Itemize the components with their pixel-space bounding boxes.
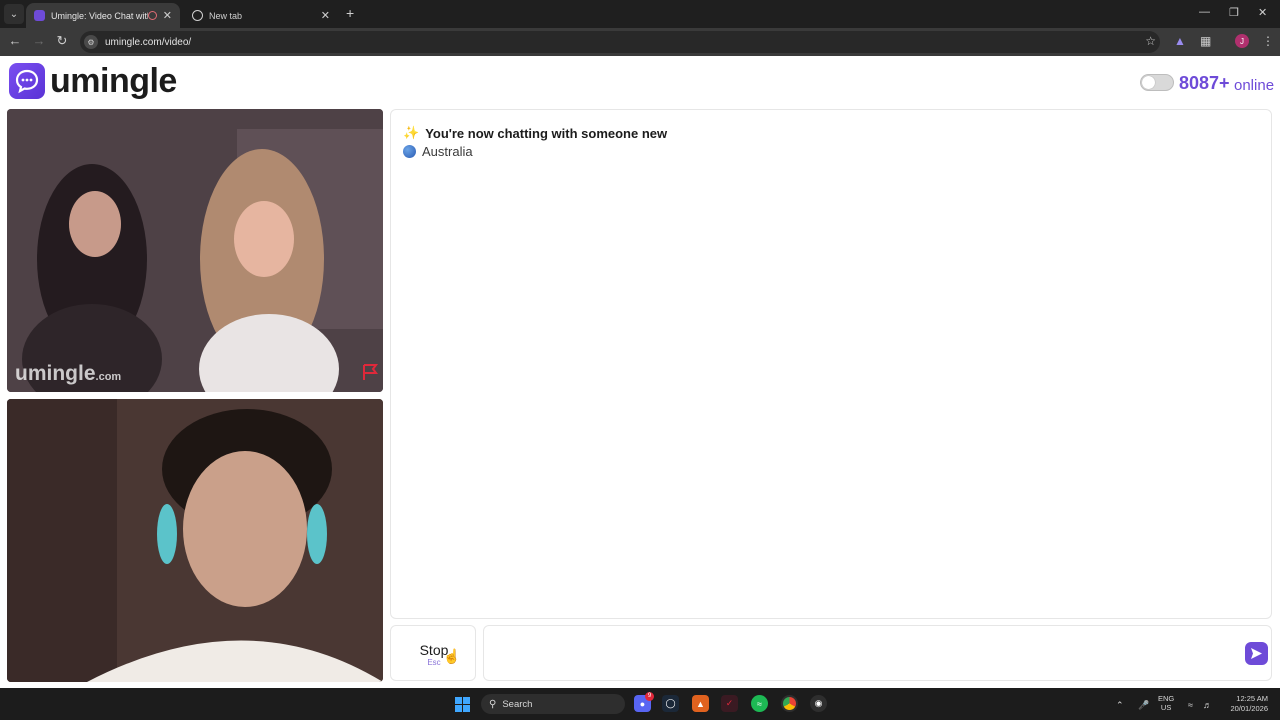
extension-icon[interactable]: ▲	[1174, 34, 1186, 48]
back-icon[interactable]: ←	[6, 33, 24, 48]
stop-button[interactable]: Stop Esc	[390, 625, 476, 681]
watermark-suffix: .com	[95, 371, 122, 383]
app-check-icon[interactable]: ✓	[721, 695, 738, 712]
chrome-icon[interactable]	[781, 695, 798, 712]
australia-flag-icon	[403, 145, 416, 158]
url-text[interactable]: umingle.com/video/	[105, 37, 191, 48]
watermark-main: umingle	[15, 362, 96, 385]
steam-icon[interactable]: ◯	[662, 695, 679, 712]
local-video	[7, 399, 383, 682]
stop-label: Stop	[419, 642, 449, 658]
volume-icon[interactable]: ♬	[1203, 700, 1212, 710]
logo-wordmark[interactable]: umingle	[50, 62, 177, 101]
search-icon: ⚲	[489, 698, 497, 710]
microphone-icon[interactable]: 🎤	[1138, 700, 1149, 711]
menu-kebab-icon[interactable]: ⋮	[1262, 34, 1274, 48]
sparkles-icon: ✨	[403, 125, 420, 140]
remote-video: umingle.com	[7, 109, 383, 392]
lang-bottom: US	[1160, 703, 1172, 712]
tab-new-tab[interactable]: New tab ✕	[184, 3, 338, 28]
profile-avatar[interactable]: J	[1235, 34, 1249, 48]
tab-search-icon[interactable]: ⌄	[4, 4, 24, 24]
status-message-text: You're now chatting with someone new	[425, 125, 668, 141]
online-label: online	[1234, 77, 1275, 94]
discord-badge: 9	[645, 692, 654, 701]
tab-umingle[interactable]: Umingle: Video Chat with S ✕	[26, 3, 180, 28]
clock-date: 20/01/2026	[1230, 704, 1268, 713]
wifi-icon[interactable]: ≈	[1188, 700, 1193, 710]
online-count: 8087+	[1179, 73, 1230, 93]
app-circle-icon[interactable]: ◉	[810, 695, 827, 712]
flag-icon[interactable]	[361, 363, 379, 386]
video-watermark: umingle.com	[15, 362, 121, 386]
umingle-logo-icon[interactable]	[9, 63, 45, 99]
tab-title: New tab	[209, 10, 243, 21]
umingle-favicon-icon	[34, 10, 45, 21]
send-arrow-icon	[1251, 648, 1262, 659]
clock-time: 12:25 AM	[1236, 694, 1268, 703]
clock[interactable]: 12:25 AM 20/01/2026	[1222, 694, 1268, 714]
lang-top: ENG	[1158, 694, 1175, 703]
close-window-icon[interactable]: ✕	[1258, 6, 1267, 19]
new-tab-plus-icon[interactable]: +	[346, 5, 354, 21]
restore-icon[interactable]: ❐	[1229, 6, 1239, 19]
taskbar-search-label: Search	[502, 698, 533, 710]
send-button[interactable]	[1245, 642, 1268, 665]
browser-toolbar: ← → ↻ ⚙ umingle.com/video/ ☆ ▲ ▦ ⋮	[0, 28, 1280, 56]
spotify-icon[interactable]: ≈	[751, 695, 768, 712]
extensions-puzzle-icon[interactable]: ▦	[1200, 34, 1211, 48]
country-name: Australia	[422, 144, 473, 159]
site-info-icon[interactable]: ⚙	[84, 35, 98, 49]
close-tab-icon[interactable]: ✕	[321, 9, 330, 22]
reload-icon[interactable]: ↻	[53, 33, 71, 49]
tray-chevron-icon[interactable]: ⌃	[1116, 700, 1124, 711]
globe-favicon-icon	[192, 10, 203, 21]
status-message: ✨ You're now chatting with someone new	[403, 125, 667, 141]
chat-panel: ✨ You're now chatting with someone new A…	[390, 109, 1272, 619]
language-indicator[interactable]: ENG US	[1158, 694, 1174, 712]
forward-icon[interactable]: →	[30, 33, 48, 48]
bookmark-star-icon[interactable]: ☆	[1145, 34, 1156, 48]
stop-shortcut-hint: Esc	[427, 658, 441, 667]
recording-icon	[147, 11, 157, 20]
mouse-cursor-icon: ☝	[443, 648, 461, 664]
windows-start-icon[interactable]	[455, 697, 470, 712]
close-tab-icon[interactable]: ✕	[163, 9, 172, 22]
app-triangle-icon[interactable]: ▲	[692, 695, 709, 712]
message-input[interactable]	[483, 625, 1272, 681]
browser-tabstrip: ⌄ Umingle: Video Chat with S ✕ New tab ✕…	[0, 0, 1280, 28]
minimize-icon[interactable]: —	[1199, 6, 1210, 18]
local-video-feed	[7, 399, 383, 682]
tab-title: Umingle: Video Chat with S	[51, 10, 148, 21]
country-line: Australia	[403, 144, 473, 159]
theme-toggle[interactable]	[1140, 74, 1174, 91]
address-bar[interactable]: ⚙ umingle.com/video/ ☆	[80, 31, 1160, 53]
taskbar-search[interactable]: ⚲ Search	[481, 694, 625, 714]
remote-video-feed	[7, 109, 383, 392]
